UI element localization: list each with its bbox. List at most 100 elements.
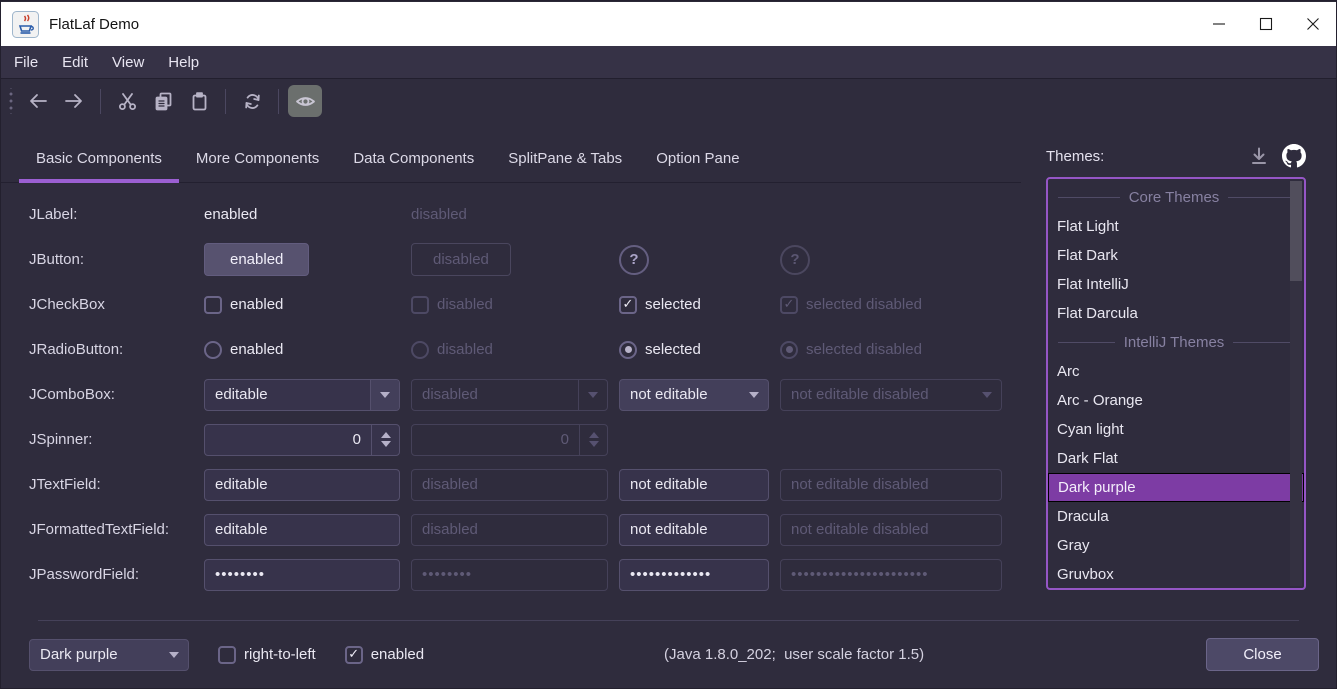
tab-basic-components[interactable]: Basic Components xyxy=(19,141,179,183)
theme-item-arc-orange[interactable]: Arc - Orange xyxy=(1048,386,1304,415)
jcheckbox-selected[interactable]: ✓selected xyxy=(619,296,769,314)
theme-item-flat-dark[interactable]: Flat Dark xyxy=(1048,241,1304,270)
eye-icon xyxy=(295,92,316,111)
back-button[interactable] xyxy=(21,85,55,117)
toolbar-separator xyxy=(278,89,279,114)
theme-item-flat-light[interactable]: Flat Light xyxy=(1048,212,1304,241)
forward-button[interactable] xyxy=(57,85,91,117)
checkbox-checked-icon: ✓ xyxy=(619,296,637,314)
combo-dropdown-button[interactable] xyxy=(739,380,768,410)
maximize-button[interactable] xyxy=(1242,2,1289,46)
tab-splitpane-tabs[interactable]: SplitPane & Tabs xyxy=(491,141,639,183)
window-controls xyxy=(1195,2,1336,46)
theme-selector-combo[interactable]: Dark purple xyxy=(29,639,189,671)
toolbar-separator xyxy=(100,89,101,114)
menubar: File Edit View Help xyxy=(1,46,1336,79)
jtextfield-not-editable[interactable] xyxy=(619,469,769,501)
close-button[interactable]: Close xyxy=(1206,638,1319,671)
combo-dropdown-button[interactable] xyxy=(370,380,399,410)
toolbar xyxy=(1,79,1336,123)
jformattedtextfield-editable[interactable] xyxy=(204,514,400,546)
tab-option-pane[interactable]: Option Pane xyxy=(639,141,756,183)
theme-item-gruvbox[interactable]: Gruvbox xyxy=(1048,560,1304,589)
jlabel-disabled: disabled xyxy=(411,206,467,223)
tab-bar: Basic Components More Components Data Co… xyxy=(1,141,1021,183)
row-jlabel: JLabel: enabled disabled xyxy=(29,192,1021,237)
theme-item-arc[interactable]: Arc xyxy=(1048,357,1304,386)
jpasswordfield-editable[interactable] xyxy=(204,559,400,591)
row-jtextfield: JTextField: xyxy=(29,462,1021,507)
row-label: JLabel: xyxy=(29,206,193,223)
row-jbutton: JButton: enabled disabled ? ? xyxy=(29,237,1021,282)
row-label: JFormattedTextField: xyxy=(29,521,193,538)
jcombobox-editable[interactable]: editable xyxy=(204,379,400,411)
theme-item-cyan-light[interactable]: Cyan light xyxy=(1048,415,1304,444)
jspinner-enabled[interactable]: 0 xyxy=(204,424,400,456)
themes-group-core: Core Themes xyxy=(1048,183,1304,212)
show-hidden-toggle-button[interactable] xyxy=(288,85,322,117)
themes-list: Core Themes Flat Light Flat Dark Flat In… xyxy=(1046,177,1306,590)
menu-help[interactable]: Help xyxy=(156,49,211,76)
jradiobutton-selected[interactable]: selected xyxy=(619,341,769,359)
tab-data-components[interactable]: Data Components xyxy=(336,141,491,183)
themes-scrollbar[interactable] xyxy=(1290,181,1302,586)
row-label: JTextField: xyxy=(29,476,193,493)
chevron-down-icon xyxy=(982,392,992,398)
enabled-checkbox[interactable]: ✓ enabled xyxy=(345,646,424,664)
row-label: JComboBox: xyxy=(29,386,193,403)
copy-button[interactable] xyxy=(146,85,180,117)
chevron-down-icon xyxy=(380,392,390,398)
theme-item-flat-intellij[interactable]: Flat IntelliJ xyxy=(1048,270,1304,299)
jcheckbox-disabled: disabled xyxy=(411,296,608,314)
theme-item-dracula[interactable]: Dracula xyxy=(1048,502,1304,531)
row-jcheckbox: JCheckBox enabled disabled ✓selected ✓se… xyxy=(29,282,1021,327)
spinner-down-icon xyxy=(589,441,599,447)
tab-more-components[interactable]: More Components xyxy=(179,141,336,183)
forward-arrow-icon xyxy=(64,92,84,110)
close-icon xyxy=(1306,17,1320,31)
combo-dropdown-button xyxy=(972,380,1001,410)
row-jpasswordfield: JPasswordField: xyxy=(29,552,1021,597)
close-window-button[interactable] xyxy=(1289,2,1336,46)
theme-item-gray[interactable]: Gray xyxy=(1048,531,1304,560)
jtextfield-editable[interactable] xyxy=(204,469,400,501)
refresh-icon xyxy=(243,92,262,111)
menu-file[interactable]: File xyxy=(2,49,50,76)
back-arrow-icon xyxy=(28,92,48,110)
spinner-buttons[interactable] xyxy=(371,425,399,455)
menu-edit[interactable]: Edit xyxy=(50,49,100,76)
row-label: JPasswordField: xyxy=(29,566,193,583)
jformattedtextfield-not-editable[interactable] xyxy=(619,514,769,546)
theme-item-flat-darcula[interactable]: Flat Darcula xyxy=(1048,299,1304,328)
paste-button[interactable] xyxy=(182,85,216,117)
bottom-bar: Dark purple right-to-left ✓ enabled (Jav… xyxy=(1,620,1336,688)
radio-selected-icon xyxy=(780,341,798,359)
jcombobox-not-editable-disabled: not editable disabled xyxy=(780,379,1002,411)
java-app-icon[interactable] xyxy=(12,11,39,38)
jcheckbox-enabled[interactable]: enabled xyxy=(204,296,400,314)
row-jcombobox: JComboBox: editable disabled not editabl… xyxy=(29,372,1021,417)
jbutton-help-enabled[interactable]: ? xyxy=(619,245,649,275)
download-icon[interactable] xyxy=(1249,146,1269,166)
jbutton-disabled: disabled xyxy=(411,243,511,276)
scrollbar-thumb[interactable] xyxy=(1290,181,1302,281)
menu-view[interactable]: View xyxy=(100,49,156,76)
jspinner-disabled: 0 xyxy=(411,424,608,456)
jformattedtextfield-disabled xyxy=(411,514,608,546)
jpasswordfield-not-editable[interactable] xyxy=(619,559,769,591)
github-icon[interactable] xyxy=(1282,144,1306,168)
minimize-button[interactable] xyxy=(1195,2,1242,46)
jbutton-enabled[interactable]: enabled xyxy=(204,243,309,276)
row-label: JSpinner: xyxy=(29,431,193,448)
theme-item-dark-flat[interactable]: Dark Flat xyxy=(1048,444,1304,473)
row-label: JButton: xyxy=(29,251,193,268)
toolbar-grip-handle[interactable] xyxy=(7,88,15,114)
right-to-left-checkbox[interactable]: right-to-left xyxy=(218,646,316,664)
combo-dropdown-button[interactable] xyxy=(159,640,188,670)
refresh-button[interactable] xyxy=(235,85,269,117)
theme-item-dark-purple[interactable]: Dark purple xyxy=(1048,473,1304,502)
jcombobox-not-editable[interactable]: not editable xyxy=(619,379,769,411)
cut-button[interactable] xyxy=(110,85,144,117)
jtextfield-not-editable-disabled xyxy=(780,469,1002,501)
jradiobutton-enabled[interactable]: enabled xyxy=(204,341,400,359)
